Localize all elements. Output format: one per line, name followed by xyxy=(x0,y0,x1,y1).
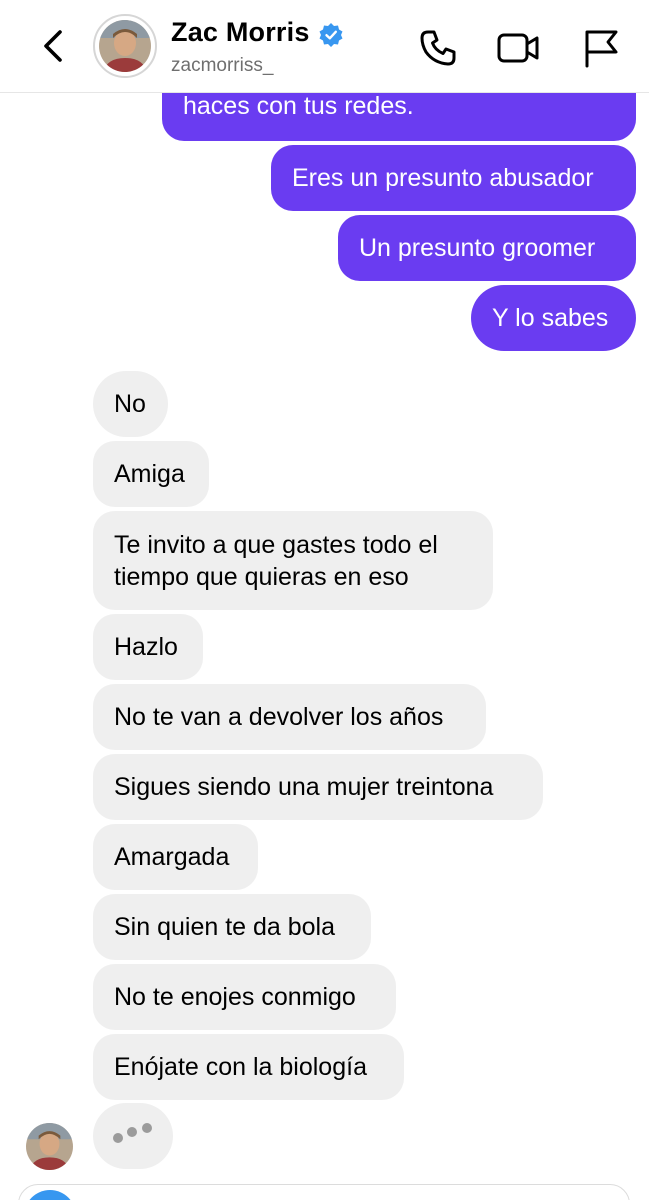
received-message[interactable]: Enójate con la biología xyxy=(93,1034,404,1100)
message-text: No te van a devolver los años xyxy=(114,703,444,731)
contact-name[interactable]: Zac Morris xyxy=(171,17,310,48)
message-text: No xyxy=(114,390,146,418)
received-message[interactable]: Te invito a que gastes todo el tiempo qu… xyxy=(93,511,493,610)
message-text: Enójate con la biología xyxy=(114,1053,367,1081)
message-text: Amiga xyxy=(114,460,185,488)
message-input[interactable] xyxy=(18,1184,630,1200)
received-message[interactable]: Sin quien te da bola xyxy=(93,894,371,960)
message-text: Y lo sabes xyxy=(492,304,609,332)
avatar-photo xyxy=(99,20,151,72)
message-text: Sin quien te da bola xyxy=(114,913,336,941)
contact-handle: zacmorriss_ xyxy=(171,55,274,76)
sent-message[interactable]: Eres un presunto abusador xyxy=(271,145,636,211)
typing-indicator xyxy=(93,1103,173,1169)
received-message[interactable]: Amiga xyxy=(93,441,209,507)
sent-message[interactable]: Un presunto groomer xyxy=(338,215,636,281)
message-text: haces con tus redes. xyxy=(183,92,414,120)
message-text: Un presunto groomer xyxy=(359,234,596,262)
received-message[interactable]: Amargada xyxy=(93,824,258,890)
verified-badge-icon xyxy=(319,23,343,47)
video-camera-icon[interactable] xyxy=(496,26,540,70)
sender-avatar[interactable] xyxy=(26,1123,73,1170)
received-message[interactable]: No te van a devolver los años xyxy=(93,684,486,750)
message-text: Sigues siendo una mujer treintona xyxy=(114,773,494,801)
flag-icon[interactable] xyxy=(578,26,622,70)
message-text: Eres un presunto abusador xyxy=(292,164,594,192)
chat-header: Zac Morris zacmorriss_ xyxy=(0,0,649,93)
typing-dot xyxy=(113,1133,123,1143)
message-text: No te enojes conmigo xyxy=(114,983,356,1011)
avatar[interactable] xyxy=(93,14,157,78)
received-message[interactable]: Sigues siendo una mujer treintona xyxy=(93,754,543,820)
phone-icon[interactable] xyxy=(416,26,460,70)
received-message[interactable]: Hazlo xyxy=(93,614,203,680)
received-message[interactable]: No xyxy=(93,371,168,437)
received-message[interactable]: No te enojes conmigo xyxy=(93,964,396,1030)
sent-message[interactable]: Y lo sabes xyxy=(471,285,636,351)
message-text: Hazlo xyxy=(114,633,178,661)
message-text: Amargada xyxy=(114,843,230,871)
typing-dot xyxy=(142,1123,152,1133)
chevron-left-icon[interactable] xyxy=(36,22,72,70)
typing-dot xyxy=(127,1127,137,1137)
message-text: Te invito a que gastes todo el tiempo qu… xyxy=(114,530,438,591)
